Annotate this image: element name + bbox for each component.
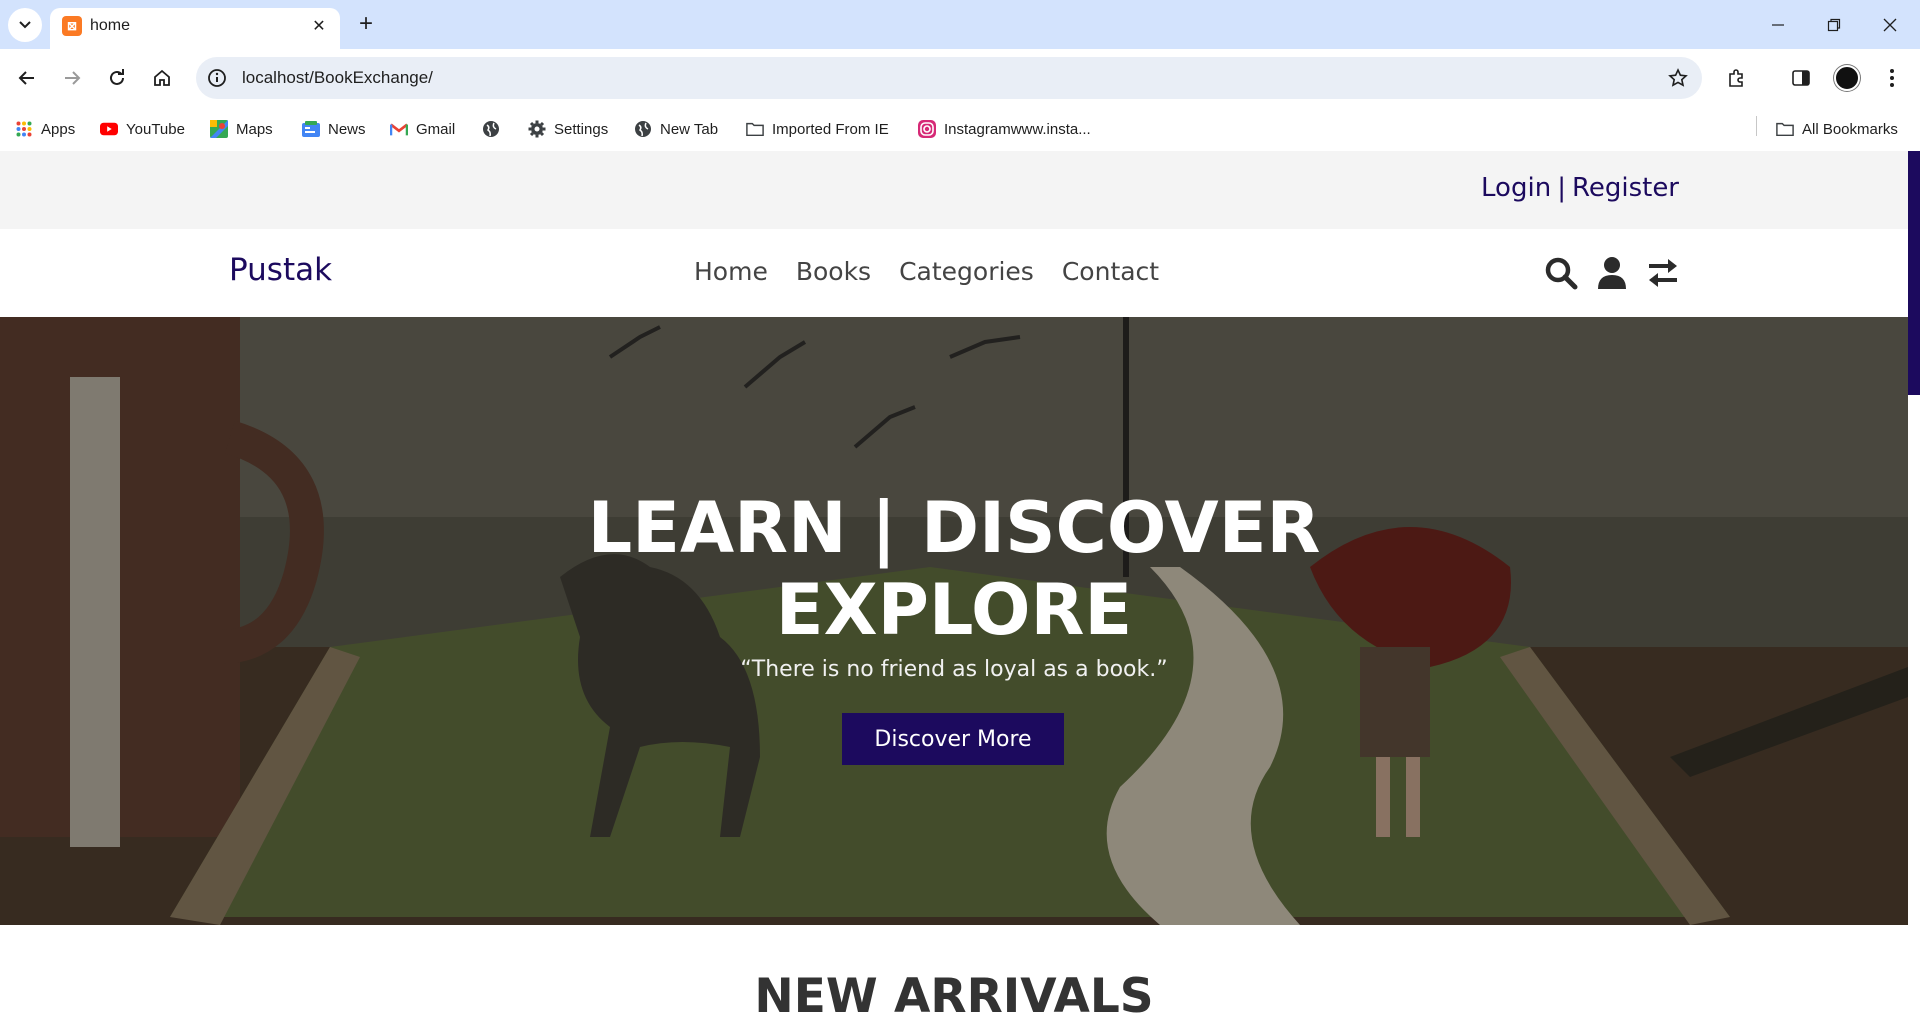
home-button[interactable] — [144, 60, 180, 96]
bookmark-gmail[interactable]: Gmail — [390, 115, 455, 143]
bookmark-apps[interactable]: Apps — [15, 115, 75, 143]
exchange-icon[interactable] — [1643, 253, 1683, 293]
globe-icon — [634, 120, 652, 138]
address-bar[interactable]: localhost/BookExchange/ — [196, 57, 1702, 99]
bookmark-label: Apps — [41, 120, 76, 138]
bookmark-label: New Tab — [660, 120, 719, 138]
bookmarks-bar: Apps YouTube Maps News Gmail Settings Ne… — [0, 107, 1920, 151]
new-arrivals-heading: NEW ARRIVALS — [754, 969, 1154, 1017]
side-panel-icon — [1792, 70, 1810, 86]
bookmark-news[interactable]: News — [302, 115, 366, 143]
puzzle-icon — [1729, 69, 1743, 87]
site-header: Pustak Home Books Categories Contact — [0, 229, 1908, 317]
browser-tab-strip: ⊠ home ✕ + — [0, 0, 1920, 49]
page-scrollbar[interactable] — [1908, 151, 1920, 1017]
bookmark-label: Maps — [236, 120, 273, 138]
register-link[interactable]: Register — [1572, 173, 1679, 203]
restore-icon — [1827, 18, 1841, 31]
nav-home[interactable]: Home — [694, 257, 768, 286]
bookmark-maps[interactable]: Maps — [210, 115, 273, 143]
bookmark-label: Gmail — [416, 120, 456, 138]
discover-more-button[interactable]: Discover More — [842, 713, 1064, 765]
login-link[interactable]: Login — [1481, 173, 1551, 203]
url-text[interactable]: localhost/BookExchange/ — [242, 68, 433, 88]
nav-contact[interactable]: Contact — [1062, 257, 1159, 286]
arrow-right-icon — [65, 71, 81, 85]
bookmark-label: News — [328, 120, 366, 138]
scrollbar-thumb[interactable] — [1908, 151, 1920, 395]
top-auth-bar: Login | Register — [0, 151, 1908, 229]
bookmark-label: All Bookmarks — [1802, 120, 1898, 138]
forward-button[interactable] — [54, 60, 90, 96]
gmail-icon — [390, 120, 408, 138]
profile-button[interactable] — [1829, 60, 1865, 96]
bookmark-star-icon[interactable] — [1666, 66, 1690, 90]
bookmark-youtube[interactable]: YouTube — [100, 115, 185, 143]
reload-button[interactable] — [99, 60, 135, 96]
hero-title-line1: LEARN | DISCOVER — [587, 487, 1321, 569]
restore-button[interactable] — [1806, 0, 1862, 49]
auth-links: Login | Register — [1481, 173, 1679, 203]
chevron-down-icon — [19, 21, 31, 29]
all-bookmarks[interactable]: All Bookmarks — [1776, 115, 1898, 143]
bookmark-globe[interactable] — [482, 115, 500, 143]
maps-icon — [210, 120, 228, 138]
back-button[interactable] — [9, 60, 45, 96]
xampp-favicon-icon: ⊠ — [62, 16, 82, 36]
minimize-icon — [1772, 23, 1784, 26]
bookmark-label: Imported From IE — [772, 120, 889, 138]
search-icon[interactable] — [1541, 253, 1581, 293]
bookmark-label: YouTube — [126, 120, 185, 138]
nav-categories[interactable]: Categories — [899, 257, 1034, 286]
close-window-button[interactable] — [1862, 0, 1918, 49]
web-page: Login | Register Pustak Home Books Categor… — [0, 151, 1920, 1017]
instagram-icon — [918, 120, 936, 138]
bookmark-instagram[interactable]: Instagramwww.insta... — [918, 115, 1091, 143]
hero-banner: LEARN | DISCOVER EXPLORE “There is no fr… — [0, 317, 1908, 925]
side-panel-button[interactable] — [1783, 60, 1819, 96]
new-tab-button[interactable]: + — [352, 10, 380, 38]
folder-icon — [1776, 120, 1794, 138]
apps-grid-icon — [15, 120, 33, 138]
main-nav: Home Books Categories Contact — [694, 257, 1159, 286]
avatar — [1834, 65, 1860, 91]
gear-icon — [528, 120, 546, 138]
auth-separator: | — [1557, 173, 1566, 203]
bookmarks-divider — [1756, 116, 1757, 136]
globe-icon — [482, 120, 500, 138]
hero-quote: “There is no friend as loyal as a book.” — [740, 657, 1168, 682]
bookmark-new-tab[interactable]: New Tab — [634, 115, 718, 143]
bookmark-label: Instagramwww.insta... — [944, 120, 1091, 138]
tab-close-icon[interactable]: ✕ — [308, 15, 330, 37]
bookmark-folder-imported[interactable]: Imported From IE — [746, 115, 889, 143]
minimize-button[interactable] — [1750, 0, 1806, 49]
more-vert-icon — [1890, 69, 1894, 87]
site-info-icon[interactable] — [204, 65, 230, 91]
reload-icon — [110, 69, 124, 85]
home-icon — [154, 69, 170, 86]
extensions-button[interactable] — [1718, 60, 1754, 96]
bookmark-settings[interactable]: Settings — [528, 115, 608, 143]
browser-tab-active[interactable]: ⊠ home ✕ — [50, 8, 340, 49]
arrow-left-icon — [18, 71, 34, 85]
browser-toolbar: localhost/BookExchange/ — [0, 49, 1920, 107]
close-icon — [1883, 18, 1897, 31]
tab-title: home — [90, 17, 131, 34]
tab-search-button[interactable] — [8, 8, 42, 42]
youtube-icon — [100, 120, 118, 138]
hero-title-line2: EXPLORE — [775, 569, 1133, 651]
browser-menu-button[interactable] — [1874, 60, 1910, 96]
bookmark-label: Settings — [554, 120, 609, 138]
news-icon — [302, 120, 320, 138]
nav-books[interactable]: Books — [796, 257, 871, 286]
folder-icon — [746, 120, 764, 138]
user-icon[interactable] — [1592, 253, 1632, 293]
site-logo[interactable]: Pustak — [229, 252, 332, 288]
